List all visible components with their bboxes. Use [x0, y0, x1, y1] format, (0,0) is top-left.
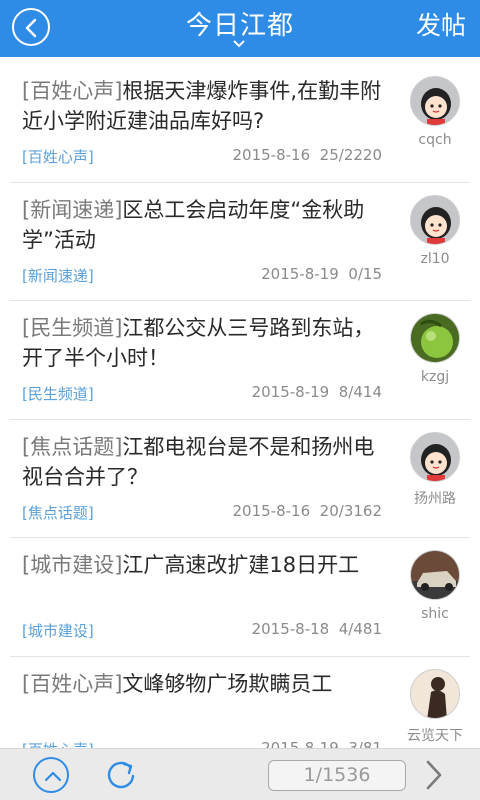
avatar[interactable] [410, 194, 460, 245]
post-date: 2015-8-19 [261, 738, 339, 749]
post-meta: 2015-8-19 0/15 [261, 265, 382, 283]
post-tag: [焦点话题] [22, 434, 123, 459]
post-title: [民生频道]江都公交从三号路到东站，开了半个小时！ [22, 313, 392, 373]
bottom-toolbar: 1/1536 [0, 748, 480, 800]
post-category-link[interactable]: [焦点话题] [22, 502, 94, 523]
list-item[interactable]: [百姓心声]根据天津爆炸事件,在勤丰附近小学附近建油品库好吗? [百姓心声] 2… [10, 64, 470, 183]
scroll-top-icon [44, 771, 62, 782]
refresh-button[interactable] [104, 757, 140, 793]
post-date: 2015-8-19 [261, 264, 339, 283]
post-meta: 2015-8-16 20/3162 [232, 502, 382, 520]
car-photo-avatar-icon [411, 551, 459, 599]
cartoon-girl-avatar-icon [411, 195, 459, 244]
post-author: shic [421, 606, 449, 622]
post-meta: 2015-8-19 8/414 [252, 383, 382, 401]
post-date: 2015-8-19 [251, 383, 330, 401]
post-button[interactable]: 发帖 [416, 9, 466, 43]
silhouette-photo-avatar-icon [411, 669, 459, 718]
post-meta: 2015-8-18 4/481 [252, 620, 382, 638]
post-stats: 25/2220 [319, 146, 382, 164]
next-page-button[interactable] [422, 759, 446, 791]
post-text: 文峰够物广场欺瞒员工 [122, 671, 333, 696]
green-fruit-avatar-icon [411, 314, 459, 362]
post-meta: 2015-8-19 3/81 [261, 739, 382, 749]
post-list[interactable]: [百姓心声]根据天津爆炸事件,在勤丰附近小学附近建油品库好吗? [百姓心声] 2… [0, 64, 480, 748]
post-author: zl10 [420, 250, 450, 267]
post-stats: 8/414 [338, 383, 382, 401]
post-title: [焦点话题]江都电视台是不是和扬州电视台合并了？ [22, 432, 392, 492]
post-tag: [新闻速递] [22, 197, 123, 222]
scroll-top-button[interactable] [33, 757, 69, 793]
post-category-link[interactable]: [民生频道] [22, 383, 94, 404]
post-stats: 3/81 [348, 738, 382, 749]
post-title: [城市建设]江广高速改扩建18日开工 [22, 550, 392, 580]
list-item[interactable]: [百姓心声]文峰够物广场欺瞒员工 [百姓心声] 2015-8-19 3/81 云… [10, 657, 470, 749]
list-item[interactable]: [焦点话题]江都电视台是不是和扬州电视台合并了？ [焦点话题] 2015-8-1… [10, 420, 470, 538]
refresh-icon [107, 761, 135, 789]
post-tag: [百姓心声] [22, 79, 123, 103]
post-date: 2015-8-16 [232, 146, 311, 164]
avatar[interactable] [410, 668, 460, 719]
post-category-link[interactable]: [城市建设] [22, 620, 94, 641]
post-tag: [百姓心声] [22, 671, 123, 696]
post-category-link[interactable]: [百姓心声] [22, 146, 94, 167]
post-author: cqch [418, 132, 452, 148]
post-date: 2015-8-16 [232, 501, 311, 520]
post-text: 江广高速改扩建18日开工 [122, 553, 360, 577]
list-item[interactable]: [城市建设]江广高速改扩建18日开工 [城市建设] 2015-8-18 4/48… [10, 538, 470, 657]
post-meta: 2015-8-16 25/2220 [232, 146, 382, 164]
avatar[interactable] [410, 550, 460, 600]
chevron-right-icon [426, 760, 442, 790]
app-header: 今日江都 发帖 [0, 0, 480, 57]
chevron-down-icon[interactable] [232, 40, 246, 48]
post-title: [百姓心声]文峰够物广场欺瞒员工 [22, 669, 392, 699]
post-author: kzgj [420, 369, 450, 385]
post-tag: [民生频道] [22, 316, 123, 340]
post-stats: 20/3162 [319, 501, 382, 520]
cartoon-girl-avatar-icon [411, 77, 459, 125]
post-date: 2015-8-18 [251, 620, 330, 638]
page-indicator[interactable]: 1/1536 [268, 760, 406, 791]
avatar[interactable] [410, 313, 460, 363]
post-author: 扬州路 [414, 490, 456, 507]
list-item[interactable]: [新闻速递]区总工会启动年度“金秋助学”活动 [新闻速递] 2015-8-19 … [10, 183, 470, 301]
post-title: [新闻速递]区总工会启动年度“金秋助学”活动 [22, 195, 392, 255]
avatar[interactable] [410, 76, 460, 126]
list-item[interactable]: [民生频道]江都公交从三号路到东站，开了半个小时！ [民生频道] 2015-8-… [10, 301, 470, 420]
page-title[interactable]: 今日江都 [0, 9, 480, 43]
post-author: 云览天下 [407, 727, 463, 744]
post-stats: 4/481 [338, 620, 382, 638]
post-title: [百姓心声]根据天津爆炸事件,在勤丰附近小学附近建油品库好吗? [22, 76, 392, 136]
post-category-link[interactable]: [新闻速递] [22, 265, 94, 286]
cartoon-girl-avatar-icon [411, 432, 459, 481]
post-stats: 0/15 [348, 264, 382, 283]
avatar[interactable] [410, 431, 460, 482]
post-tag: [城市建设] [22, 553, 123, 577]
post-category-link[interactable]: [百姓心声] [22, 739, 94, 749]
